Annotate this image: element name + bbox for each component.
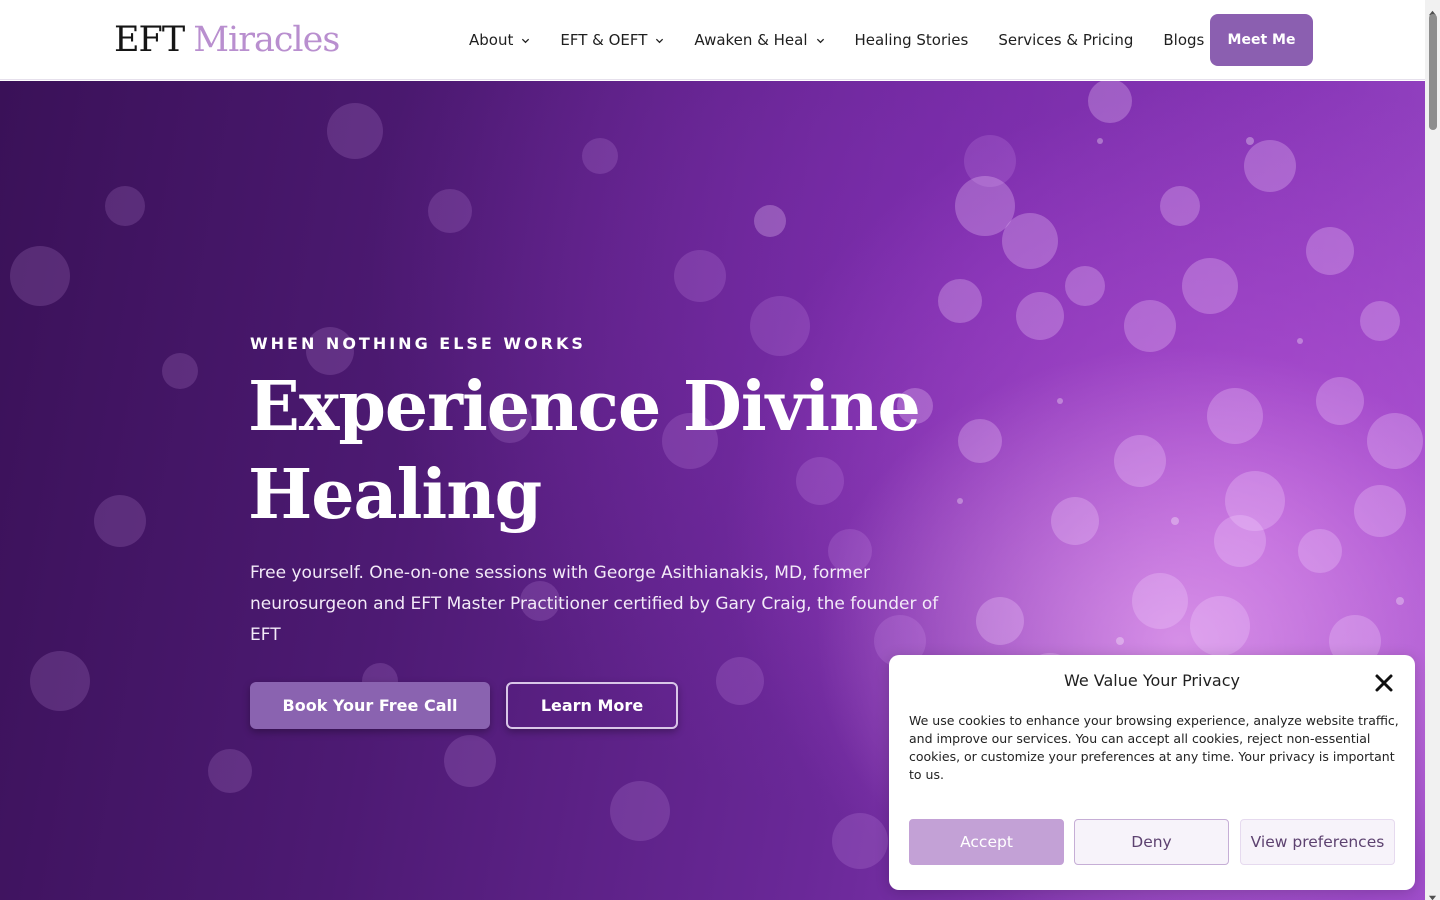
nav-item-services-pricing[interactable]: Services & Pricing (998, 31, 1133, 49)
scroll-up-arrow-icon[interactable] (1428, 3, 1437, 16)
nav-item-label: Blogs (1163, 31, 1205, 49)
nav-item-blogs[interactable]: Blogs (1163, 31, 1204, 49)
hero-title: Experience Divine Healing (248, 363, 948, 539)
cookie-accept-button[interactable]: Accept (909, 819, 1064, 865)
site-header: EFT Miracles About EFT & OEFT Awaken & H… (0, 0, 1425, 80)
nav-item-label: EFT & OEFT (560, 31, 648, 49)
nav-item-label: Services & Pricing (998, 31, 1134, 49)
logo-text-miracles: Miracles (193, 20, 340, 60)
nav-item-eft-oeft[interactable]: EFT & OEFT (560, 31, 664, 49)
nav-item-about[interactable]: About (469, 31, 530, 49)
cookie-dialog-title: We Value Your Privacy (1063, 671, 1240, 690)
nav-item-label: Healing Stories (854, 31, 969, 49)
main-nav: About EFT & OEFT Awaken & Heal Healing S… (469, 0, 1204, 80)
nav-item-healing-stories[interactable]: Healing Stories (855, 31, 969, 49)
hero-title-line-1: Experience Divine (248, 367, 921, 447)
book-free-call-button[interactable]: Book Your Free Call (250, 682, 490, 729)
chevron-down-icon (521, 36, 530, 45)
scrollbar-thumb[interactable] (1429, 14, 1437, 130)
cookie-dialog-text: We use cookies to enhance your browsing … (909, 713, 1399, 782)
hero-title-line-2: Healing (248, 455, 542, 535)
nav-item-label: Awaken & Heal (694, 31, 808, 49)
chevron-down-icon (655, 36, 664, 45)
hero-eyebrow: WHEN NOTHING ELSE WORKS (250, 334, 586, 353)
hero-description: Free yourself. One-on-one sessions with … (250, 563, 939, 645)
learn-more-button[interactable]: Learn More (506, 682, 678, 729)
chevron-down-icon (816, 36, 825, 45)
nav-item-awaken-heal[interactable]: Awaken & Heal (694, 31, 824, 49)
logo-text-eft: EFT (114, 20, 185, 60)
scroll-down-arrow-icon[interactable] (1428, 887, 1437, 900)
page-scrollbar[interactable] (1425, 0, 1440, 900)
cookie-view-preferences-button[interactable]: View preferences (1240, 819, 1395, 865)
site-logo[interactable]: EFT Miracles (114, 20, 340, 60)
nav-item-label: About (469, 31, 514, 49)
cookie-consent-dialog: We Value Your Privacy We use cookies to … (889, 655, 1415, 890)
cookie-deny-button[interactable]: Deny (1074, 819, 1229, 865)
meet-me-button[interactable]: Meet Me (1210, 14, 1313, 66)
close-icon[interactable] (1373, 672, 1395, 694)
